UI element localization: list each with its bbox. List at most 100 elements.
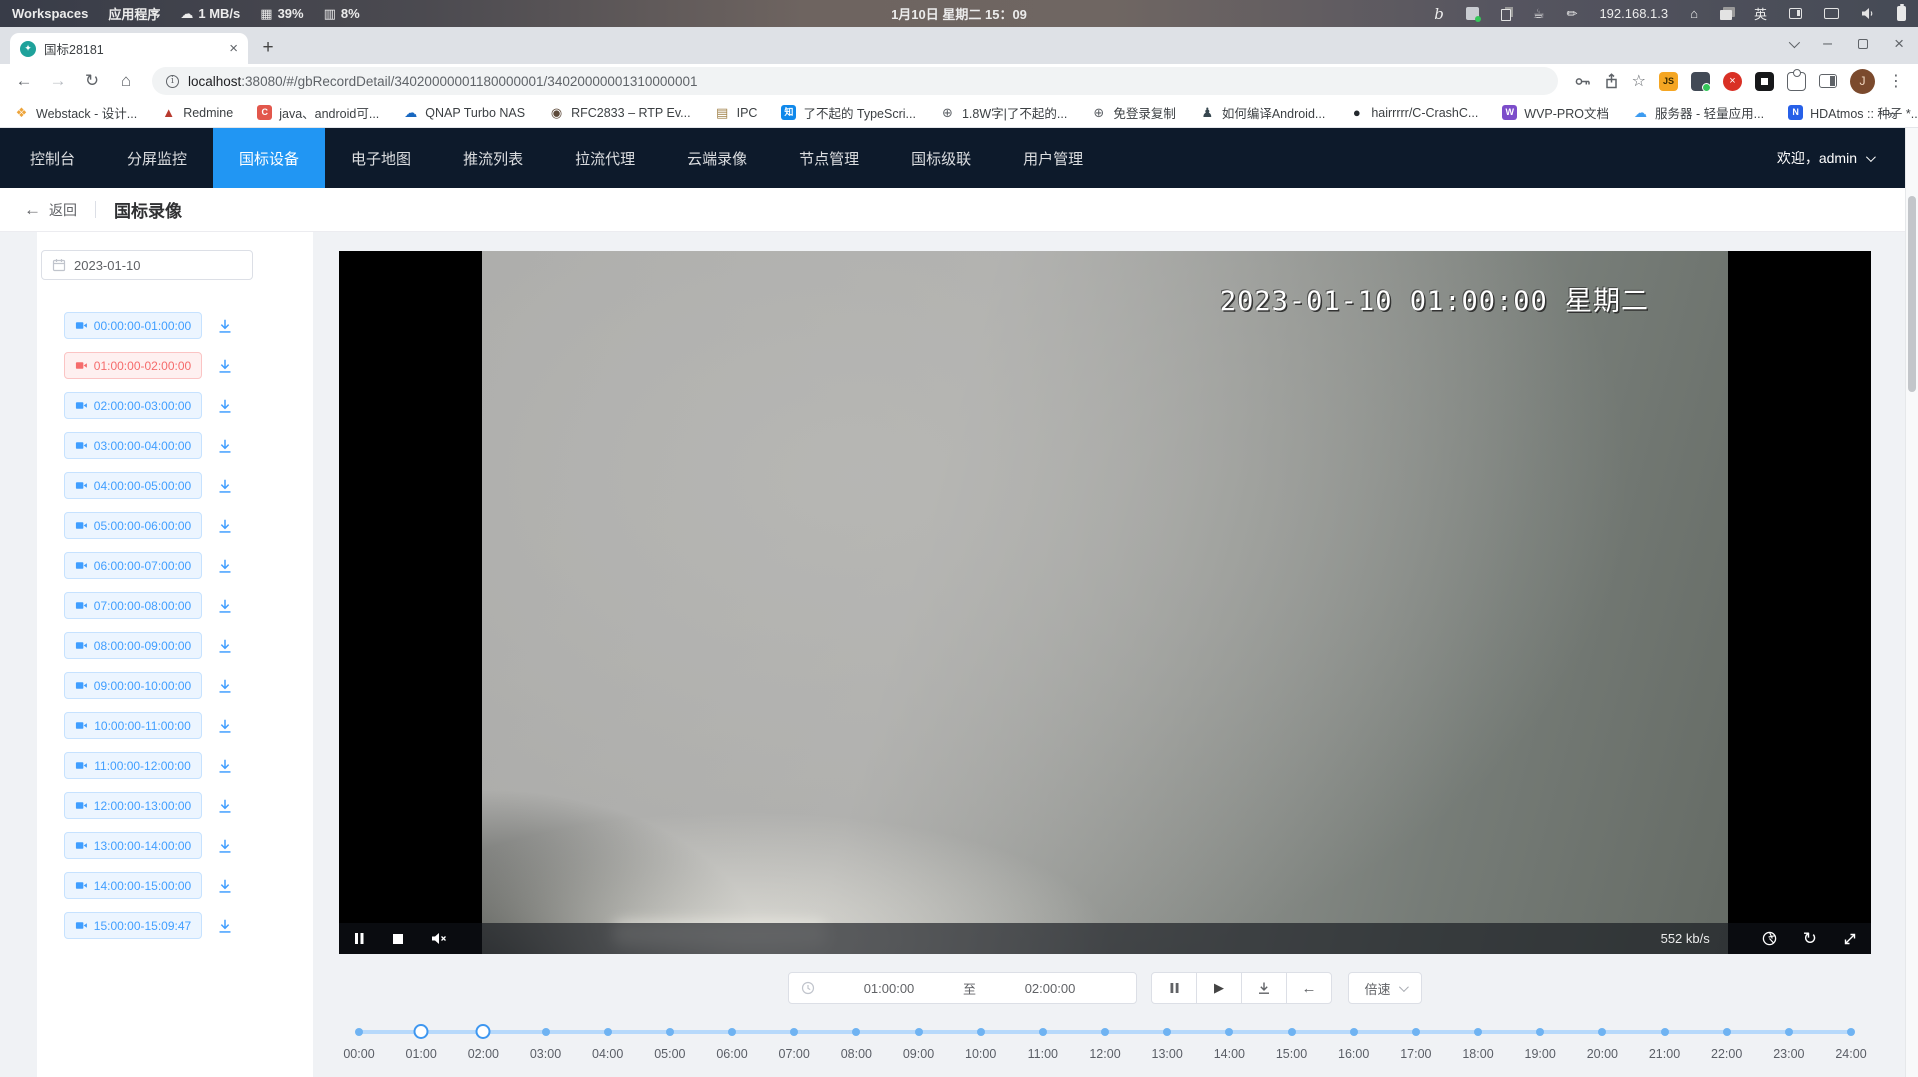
dark-extension-icon[interactable] <box>1755 72 1774 91</box>
coffee-tray-icon[interactable]: ☕ <box>1533 6 1545 22</box>
bookmark-item[interactable]: ☁ 服务器 - 轻量应用... <box>1633 103 1764 122</box>
download-icon[interactable] <box>214 315 236 337</box>
close-button[interactable]: × <box>1894 35 1904 52</box>
bookmark-item[interactable]: N HDAtmos :: 种子 *... <box>1788 103 1918 122</box>
battery-icon[interactable] <box>1897 6 1906 21</box>
nav-tab[interactable]: 拉流代理 <box>549 128 661 188</box>
nav-tab[interactable]: 电子地图 <box>325 128 437 188</box>
new-tab-button[interactable]: + <box>254 34 282 62</box>
clipboard-tray-icon[interactable] <box>1501 9 1511 21</box>
nav-tab[interactable]: 国标设备 <box>213 128 325 188</box>
record-time-button[interactable]: 05:00:00-06:00:00 <box>64 512 202 539</box>
record-time-button[interactable]: 12:00:00-13:00:00 <box>64 792 202 819</box>
back-button[interactable]: 返回 <box>49 200 77 220</box>
user-menu[interactable]: 欢迎，admin <box>1777 128 1901 188</box>
nav-tab[interactable]: 控制台 <box>4 128 101 188</box>
record-time-button[interactable]: 11:00:00-12:00:00 <box>64 752 202 779</box>
app-tray-icon[interactable] <box>1466 7 1479 20</box>
timeline[interactable]: 00:0001:0002:0003:0004:0005:0006:0007:00… <box>359 1020 1851 1072</box>
seek-back-button[interactable]: ← <box>1286 972 1332 1004</box>
windows-tray-icon[interactable] <box>1720 10 1732 20</box>
record-time-button[interactable]: 01:00:00-02:00:00 <box>64 352 202 379</box>
bookmark-item[interactable]: 知 了不起的 TypeScri... <box>781 103 916 122</box>
download-icon[interactable] <box>214 555 236 577</box>
display-icon[interactable] <box>1824 8 1839 19</box>
side-panel-icon[interactable] <box>1819 74 1837 88</box>
download-icon[interactable] <box>214 675 236 697</box>
record-time-button[interactable]: 13:00:00-14:00:00 <box>64 832 202 859</box>
bookmark-item[interactable]: W WVP-PRO文档 <box>1502 103 1609 122</box>
restore-button[interactable] <box>1858 39 1868 49</box>
record-time-button[interactable]: 14:00:00-15:00:00 <box>64 872 202 899</box>
bookmark-item[interactable]: ⊕ 免登录复制 <box>1091 103 1176 122</box>
nav-tab[interactable]: 用户管理 <box>997 128 1109 188</box>
video-player[interactable]: 2023-01-10 01:00:00 星期二 552 kb/s <box>339 251 1871 954</box>
bookmark-item[interactable]: ◉ RFC2833 – RTP Ev... <box>549 106 691 120</box>
browser-back-button[interactable]: ← <box>10 67 38 95</box>
extension-icon[interactable] <box>1691 72 1710 91</box>
download-icon[interactable] <box>214 395 236 417</box>
download-icon[interactable] <box>214 795 236 817</box>
fullscreen-icon[interactable] <box>1843 932 1857 946</box>
nav-tab[interactable]: 节点管理 <box>773 128 885 188</box>
home-tray-icon[interactable]: ⌂ <box>1690 6 1698 21</box>
minimize-button[interactable]: – <box>1823 36 1832 52</box>
record-time-button[interactable]: 00:00:00-01:00:00 <box>64 312 202 339</box>
download-icon[interactable] <box>214 435 236 457</box>
stop-icon[interactable] <box>392 933 404 945</box>
nav-tab[interactable]: 云端录像 <box>661 128 773 188</box>
profile-avatar[interactable]: J <box>1850 69 1875 94</box>
bookmark-star-icon[interactable]: ☆ <box>1632 71 1646 91</box>
snapshot-icon[interactable] <box>1762 931 1777 946</box>
download-icon[interactable] <box>214 355 236 377</box>
phone-link-icon[interactable] <box>1789 8 1802 19</box>
bookmark-item[interactable]: ▤ IPC <box>715 106 758 120</box>
js-extension-icon[interactable]: JS <box>1659 72 1678 91</box>
download-icon[interactable] <box>214 755 236 777</box>
site-info-icon[interactable]: i <box>166 75 179 88</box>
share-icon[interactable] <box>1604 73 1619 89</box>
record-time-button[interactable]: 07:00:00-08:00:00 <box>64 592 202 619</box>
record-time-button[interactable]: 06:00:00-07:00:00 <box>64 552 202 579</box>
bookmarks-overflow-icon[interactable]: » <box>1888 106 1896 123</box>
page-scrollbar[interactable] <box>1905 128 1918 1077</box>
extensions-puzzle-icon[interactable] <box>1787 72 1806 91</box>
download-icon[interactable] <box>214 875 236 897</box>
download-icon[interactable] <box>214 835 236 857</box>
nav-tab[interactable]: 推流列表 <box>437 128 549 188</box>
bookmark-item[interactable]: C java、android可... <box>257 103 379 122</box>
address-bar[interactable]: i localhost:38080/#/gbRecordDetail/34020… <box>152 67 1558 95</box>
record-time-button[interactable]: 10:00:00-11:00:00 <box>64 712 202 739</box>
input-method-indicator[interactable]: 英 <box>1754 4 1767 23</box>
browser-home-button[interactable]: ⌂ <box>112 67 140 95</box>
ip-address[interactable]: 192.168.1.3 <box>1599 6 1668 21</box>
download-icon[interactable] <box>214 915 236 937</box>
bookmark-item[interactable]: ❖ Webstack - 设计... <box>14 103 137 122</box>
blocker-extension-icon[interactable]: × <box>1723 72 1742 91</box>
start-time-value[interactable]: 01:00:00 <box>815 981 963 996</box>
bookmark-item[interactable]: ● hairrrrr/C-CrashC... <box>1349 106 1478 120</box>
applications-button[interactable]: 应用程序 <box>108 4 160 23</box>
download-icon[interactable] <box>214 475 236 497</box>
workspaces-button[interactable]: Workspaces <box>12 6 88 21</box>
tab-search-icon[interactable] <box>1789 36 1800 47</box>
browser-forward-button[interactable]: → <box>44 67 72 95</box>
timeline-handle[interactable] <box>476 1024 491 1039</box>
mute-icon[interactable] <box>431 932 447 945</box>
pause-icon[interactable] <box>353 932 365 945</box>
download-icon[interactable] <box>214 515 236 537</box>
timeline-handle[interactable] <box>414 1024 429 1039</box>
speed-dropdown[interactable]: 倍速 <box>1348 972 1422 1004</box>
download-icon[interactable] <box>214 595 236 617</box>
scrollbar-thumb[interactable] <box>1908 196 1916 392</box>
pen-tray-icon[interactable]: ✏ <box>1567 6 1578 22</box>
browser-tab[interactable]: ✦ 国标28181 × <box>10 33 248 64</box>
record-time-button[interactable]: 02:00:00-03:00:00 <box>64 392 202 419</box>
date-picker-input[interactable]: 2023-01-10 <box>41 250 253 280</box>
bookmark-item[interactable]: ⊕ 1.8W字|了不起的... <box>940 103 1067 122</box>
bookmark-item[interactable]: ☁ QNAP Turbo NAS <box>403 106 525 120</box>
record-time-button[interactable]: 03:00:00-04:00:00 <box>64 432 202 459</box>
nav-tab[interactable]: 国标级联 <box>885 128 997 188</box>
record-time-button[interactable]: 09:00:00-10:00:00 <box>64 672 202 699</box>
download-icon[interactable] <box>214 715 236 737</box>
